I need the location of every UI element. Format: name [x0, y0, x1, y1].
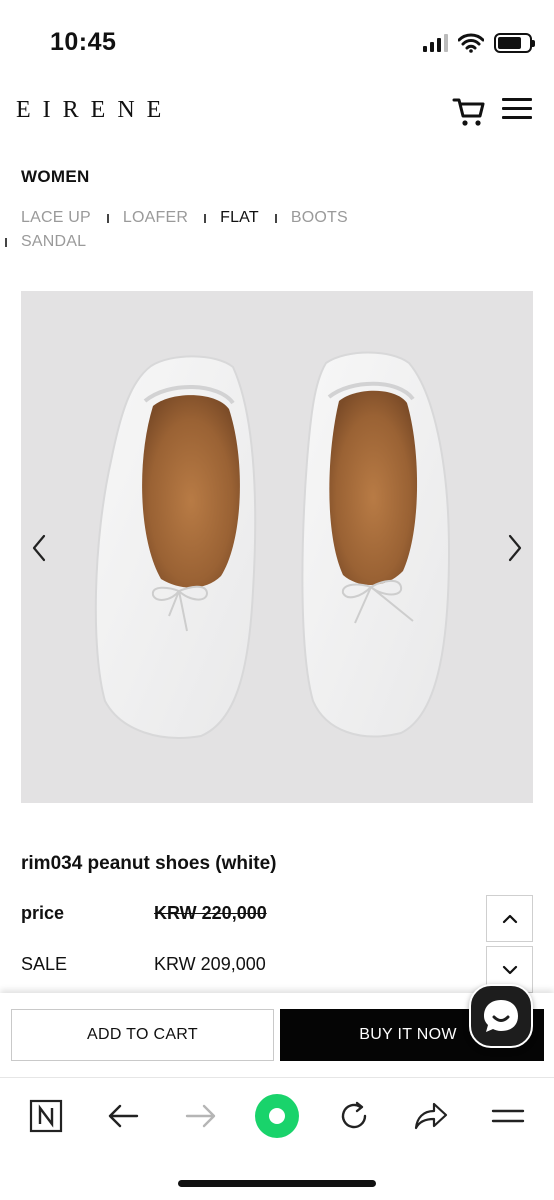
add-to-cart-button[interactable]: ADD TO CART	[11, 1009, 274, 1061]
chevron-down-icon	[502, 965, 517, 974]
product-photo	[94, 351, 451, 739]
subnav-separator	[106, 213, 109, 223]
cart-icon[interactable]	[452, 96, 486, 128]
product-image-gallery[interactable]	[21, 291, 533, 803]
share-icon[interactable]	[407, 1092, 455, 1140]
signal-icon	[423, 34, 448, 52]
subnav-separator	[5, 237, 7, 247]
scroll-up-button[interactable]	[486, 895, 533, 942]
brand-logo[interactable]: EIRENE	[16, 97, 173, 124]
subnav-separator	[274, 213, 277, 223]
category-title: WOMEN	[21, 167, 90, 186]
status-icons	[423, 33, 535, 53]
forward-arrow-icon[interactable]	[177, 1092, 225, 1140]
sale-price: KRW 209,000	[154, 954, 266, 974]
sale-price-row: SALE KRW 209,000	[21, 954, 491, 980]
subnav-item-flat[interactable]: FLAT	[220, 209, 259, 227]
hamburger-menu-icon[interactable]	[502, 98, 532, 124]
chevron-left-icon[interactable]	[25, 531, 53, 565]
original-price: KRW 220,000	[154, 903, 267, 923]
product-name: rim034 peanut shoes (white)	[21, 853, 277, 874]
subnav-item-boots[interactable]: BOOTS	[291, 209, 348, 227]
status-bar: 10:45	[0, 0, 554, 80]
battery-icon	[494, 33, 535, 53]
back-arrow-icon[interactable]	[99, 1092, 147, 1140]
menu-icon[interactable]	[484, 1092, 532, 1140]
status-time: 10:45	[50, 28, 117, 56]
subnav-item-sandal[interactable]: SANDAL	[21, 233, 86, 251]
naver-n-icon[interactable]	[22, 1092, 70, 1140]
refresh-icon[interactable]	[330, 1092, 378, 1140]
chevron-up-icon	[502, 914, 517, 923]
green-dot-icon[interactable]	[253, 1092, 301, 1140]
chat-bubble-icon	[484, 1000, 518, 1032]
price-label: price	[21, 903, 65, 923]
price-row: price KRW 220,000	[21, 903, 491, 929]
chevron-right-icon[interactable]	[501, 531, 529, 565]
subnav-item-loafer[interactable]: LOAFER	[123, 209, 188, 227]
sale-label: SALE	[21, 954, 68, 974]
home-indicator	[178, 1180, 376, 1187]
chat-button[interactable]	[469, 984, 533, 1048]
subnav-separator	[204, 213, 207, 223]
subnav-item-lace-up[interactable]: LACE UP	[21, 209, 91, 227]
site-header: EIRENE	[0, 80, 554, 144]
wifi-icon	[458, 33, 484, 53]
